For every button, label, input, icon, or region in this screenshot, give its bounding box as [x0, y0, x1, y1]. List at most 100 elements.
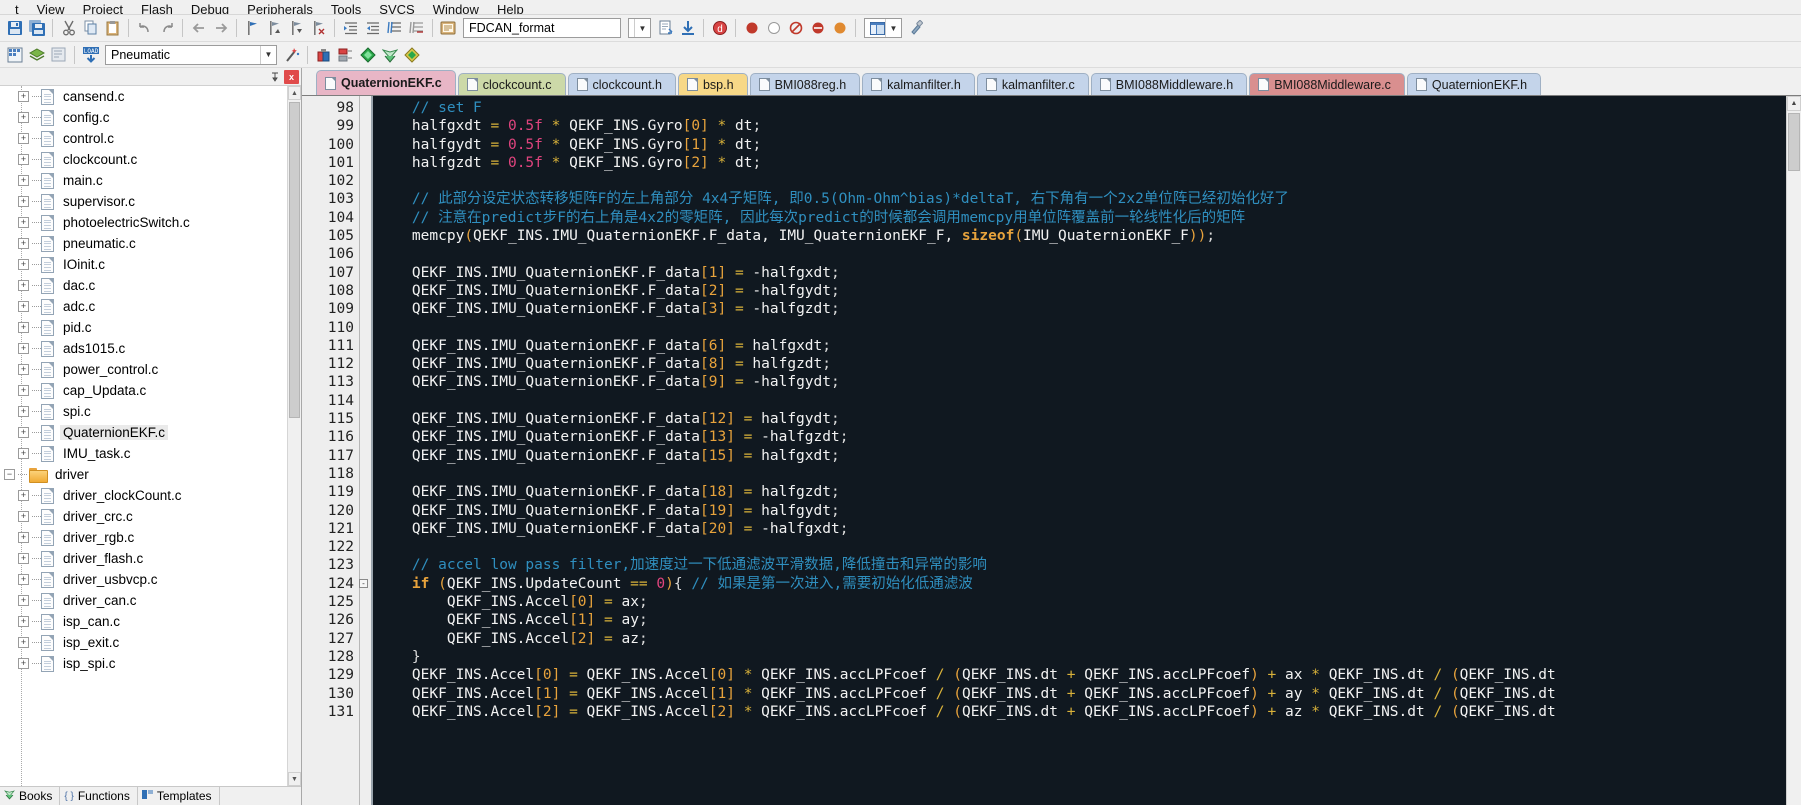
editor-tab[interactable]: clockcount.h: [567, 73, 676, 95]
tree-file[interactable]: + clockcount.c: [0, 149, 287, 170]
batch-build-icon[interactable]: [48, 44, 69, 65]
code-line[interactable]: QEKF_INS.Accel[0] = QEKF_INS.Accel[0] * …: [377, 666, 1786, 684]
expand-icon[interactable]: +: [18, 217, 29, 228]
scrollbar-thumb[interactable]: [289, 102, 300, 418]
tree-file[interactable]: + main.c: [0, 170, 287, 191]
project-file-tree[interactable]: + cansend.c + config.c + control.c + clockcount…: [0, 86, 301, 786]
code-line[interactable]: QEKF_INS.IMU_QuaternionEKF.F_data[1] = -…: [377, 264, 1786, 282]
code-line[interactable]: halfgzdt = 0.5f * QEKF_INS.Gyro[2] * dt;: [377, 154, 1786, 172]
code-line[interactable]: QEKF_INS.Accel[2] = az;: [377, 630, 1786, 648]
menu-item-help[interactable]: Help: [488, 3, 533, 14]
expand-icon[interactable]: +: [18, 154, 29, 165]
target-icon[interactable]: [313, 44, 334, 65]
expand-icon[interactable]: +: [18, 574, 29, 585]
tree-file[interactable]: + driver_clockCount.c: [0, 485, 287, 506]
new-project-icon[interactable]: [4, 44, 25, 65]
expand-icon[interactable]: +: [18, 343, 29, 354]
cut-icon[interactable]: [58, 18, 79, 39]
editor-tab[interactable]: kalmanfilter.h: [862, 73, 975, 95]
editor-tab[interactable]: clockcount.c: [457, 73, 566, 95]
window-layout-combo[interactable]: ▼: [864, 18, 902, 38]
configure-icon[interactable]: [906, 18, 927, 39]
menu-item-edit[interactable]: t: [6, 3, 28, 14]
tree-file[interactable]: + pneumatic.c: [0, 233, 287, 254]
code-line[interactable]: QEKF_INS.IMU_QuaternionEKF.F_data[12] = …: [377, 410, 1786, 428]
tree-file[interactable]: + driver_crc.c: [0, 506, 287, 527]
code-line[interactable]: // 注意在predict步F的右上角是4x2的零矩阵, 因此每次predict…: [377, 209, 1786, 227]
expand-icon[interactable]: +: [18, 238, 29, 249]
code-line[interactable]: halfgydt = 0.5f * QEKF_INS.Gyro[1] * dt;: [377, 136, 1786, 154]
tree-file[interactable]: + dac.c: [0, 275, 287, 296]
paste-icon[interactable]: [102, 18, 123, 39]
tree-file[interactable]: + supervisor.c: [0, 191, 287, 212]
code-line[interactable]: // 此部分设定状态转移矩阵F的左上角部分 4x4子矩阵, 即0.5(Ohm-O…: [377, 190, 1786, 208]
scroll-down-arrow-icon[interactable]: ▼: [288, 772, 301, 786]
bookmark-clear-icon[interactable]: [308, 18, 329, 39]
tree-file[interactable]: + config.c: [0, 107, 287, 128]
project-tree-scrollbar[interactable]: ▲ ▼: [287, 86, 301, 786]
debug-icon[interactable]: d: [709, 18, 730, 39]
code-line[interactable]: }: [377, 648, 1786, 666]
code-line[interactable]: [377, 172, 1786, 190]
code-line[interactable]: [377, 319, 1786, 337]
code-line[interactable]: QEKF_INS.IMU_QuaternionEKF.F_data[3] = -…: [377, 300, 1786, 318]
uncomment-icon[interactable]: [406, 18, 427, 39]
bookmark-prev-icon[interactable]: [264, 18, 285, 39]
code-line[interactable]: QEKF_INS.IMU_QuaternionEKF.F_data[18] = …: [377, 483, 1786, 501]
tab-books[interactable]: Books: [0, 787, 61, 805]
expand-icon[interactable]: +: [18, 532, 29, 543]
breakpoint-clear-icon[interactable]: [785, 18, 806, 39]
expand-icon[interactable]: +: [18, 595, 29, 606]
code-editor[interactable]: 98 99 100 101 102 103 104 105 106 107 108 109 110 111…: [302, 95, 1801, 805]
tree-file[interactable]: + photoelectricSwitch.c: [0, 212, 287, 233]
code-line[interactable]: // accel low pass filter,加速度过一下低通滤波平滑数据,…: [377, 556, 1786, 574]
expand-icon[interactable]: +: [18, 133, 29, 144]
expand-icon[interactable]: +: [18, 259, 29, 270]
bookmark-next-icon[interactable]: [286, 18, 307, 39]
manage-layers-icon[interactable]: [26, 44, 47, 65]
close-icon[interactable]: x: [284, 69, 299, 84]
tree-file[interactable]: + control.c: [0, 128, 287, 149]
save-all-icon[interactable]: [26, 18, 47, 39]
expand-icon[interactable]: +: [18, 280, 29, 291]
code-line[interactable]: QEKF_INS.IMU_QuaternionEKF.F_data[9] = -…: [377, 373, 1786, 391]
expand-icon[interactable]: +: [18, 406, 29, 417]
code-line[interactable]: [377, 392, 1786, 410]
chevron-down-icon[interactable]: ▼: [260, 45, 276, 64]
breakpoint-icon[interactable]: [741, 18, 762, 39]
code-line[interactable]: memcpy(QEKF_INS.IMU_QuaternionEKF.F_data…: [377, 227, 1786, 245]
code-line[interactable]: [377, 538, 1786, 556]
expand-icon[interactable]: +: [18, 427, 29, 438]
code-line[interactable]: [377, 465, 1786, 483]
scroll-up-arrow-icon[interactable]: ▲: [1787, 96, 1801, 111]
redo-icon[interactable]: [156, 18, 177, 39]
tree-file[interactable]: + driver_usbvcp.c: [0, 569, 287, 590]
target-selector-combo[interactable]: FDCAN_format: [463, 18, 621, 38]
menu-item-project[interactable]: Project: [74, 3, 132, 14]
tree-file[interactable]: + power_control.c: [0, 359, 287, 380]
editor-tab[interactable]: bsp.h: [677, 73, 748, 95]
code-line[interactable]: QEKF_INS.Accel[1] = QEKF_INS.Accel[1] * …: [377, 685, 1786, 703]
tree-file[interactable]: + IMU_task.c: [0, 443, 287, 464]
tree-file[interactable]: + adc.c: [0, 296, 287, 317]
code-content[interactable]: // set F halfgxdt = 0.5f * QEKF_INS.Gyro…: [373, 96, 1786, 805]
code-line[interactable]: QEKF_INS.Accel[1] = ay;: [377, 611, 1786, 629]
bookmark-toggle-icon[interactable]: [242, 18, 263, 39]
target-selector-dropdown[interactable]: ▼: [628, 18, 651, 38]
tree-file[interactable]: + cap_Updata.c: [0, 380, 287, 401]
expand-icon[interactable]: +: [18, 385, 29, 396]
code-line[interactable]: QEKF_INS.Accel[0] = ax;: [377, 593, 1786, 611]
file-options-icon[interactable]: [357, 44, 378, 65]
code-line[interactable]: QEKF_INS.IMU_QuaternionEKF.F_data[2] = -…: [377, 282, 1786, 300]
menu-item-peripherals[interactable]: Peripherals: [238, 3, 322, 14]
tree-file[interactable]: + ads1015.c: [0, 338, 287, 359]
editor-tab[interactable]: kalmanfilter.c: [976, 73, 1089, 95]
code-line[interactable]: [377, 245, 1786, 263]
expand-icon[interactable]: +: [18, 196, 29, 207]
menu-item-svcs[interactable]: SVCS: [370, 3, 423, 14]
expand-icon[interactable]: +: [18, 322, 29, 333]
expand-icon[interactable]: +: [18, 364, 29, 375]
pin-icon[interactable]: [267, 70, 282, 84]
outdent-icon[interactable]: [362, 18, 383, 39]
navigate-back-icon[interactable]: [188, 18, 209, 39]
